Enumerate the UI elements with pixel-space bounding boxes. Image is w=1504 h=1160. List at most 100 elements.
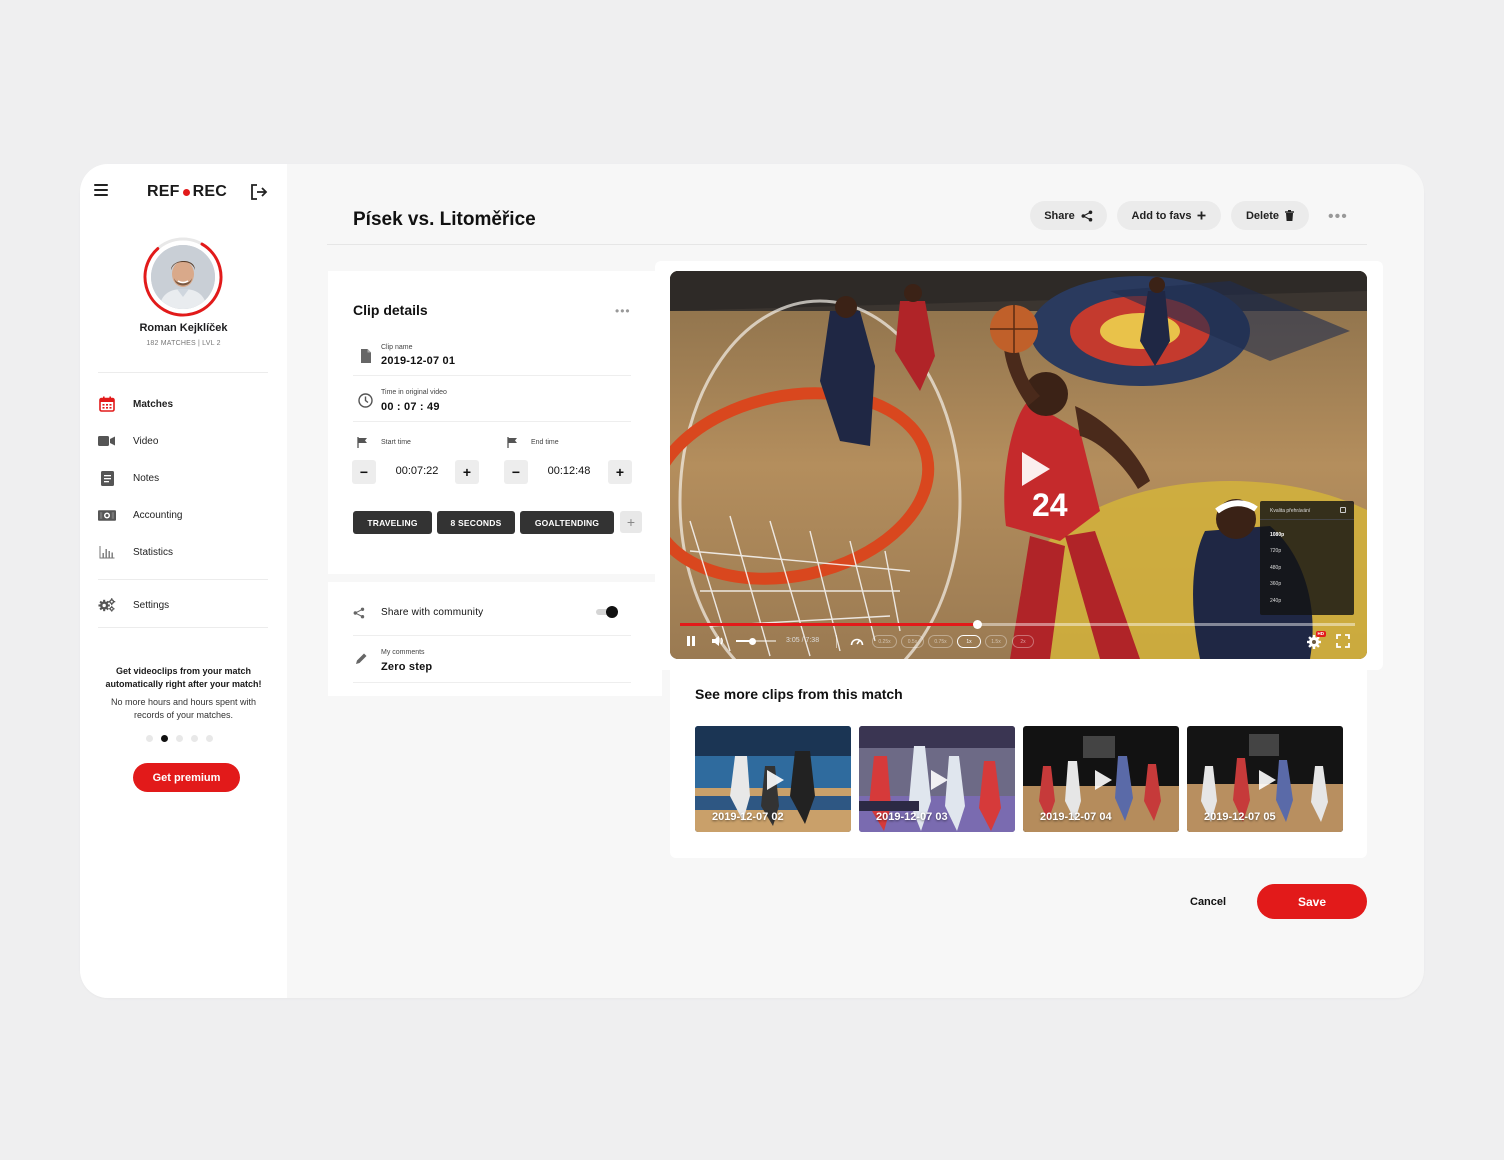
time-label: Time in original video	[381, 389, 447, 396]
clip-details-more-icon[interactable]: •••	[615, 305, 631, 317]
carousel-dot-active[interactable]	[161, 735, 168, 742]
play-icon[interactable]	[1022, 452, 1050, 486]
share-with-community-toggle[interactable]	[594, 606, 618, 618]
progress-bar[interactable]	[680, 620, 1355, 629]
file-icon	[361, 349, 371, 363]
logout-icon[interactable]	[249, 183, 269, 201]
progress-knob[interactable]	[973, 620, 982, 629]
nav-item-accounting[interactable]: Accounting	[98, 502, 268, 528]
pause-icon[interactable]	[686, 635, 696, 647]
quality-option[interactable]: 720p	[1270, 548, 1281, 554]
divider	[353, 421, 631, 422]
pencil-icon	[356, 653, 367, 664]
speedometer-icon[interactable]	[850, 635, 864, 647]
divider	[1260, 519, 1354, 520]
app-window: REF REC Roman Kejklíček 182 MATCHES | LV…	[80, 164, 1424, 998]
nav-label: Matches	[133, 398, 174, 410]
video-player[interactable]: 24 Kvalita přehrávání 1080p 720p 480p 36…	[670, 271, 1367, 659]
end-time-decrement-button[interactable]: −	[504, 460, 528, 484]
clock-icon	[358, 393, 373, 408]
speed-option[interactable]: 0.75x	[928, 635, 953, 648]
money-icon	[98, 507, 116, 523]
comments-value[interactable]: Zero step	[381, 661, 432, 673]
start-time-value[interactable]: 00:07:22	[382, 465, 452, 477]
clip-thumbnail[interactable]: 2019-12-07 04	[1023, 726, 1179, 832]
main-content: Písek vs. Litoměřice Share Add to favs D…	[287, 164, 1424, 998]
carousel-dot[interactable]	[191, 735, 198, 742]
divider	[353, 375, 631, 376]
nav-label: Settings	[133, 599, 170, 611]
nav-item-matches[interactable]: Matches	[98, 391, 268, 417]
speed-option[interactable]: 2x	[1012, 635, 1034, 648]
logo-dot-icon	[182, 188, 190, 196]
nav-label: Statistics	[133, 546, 174, 558]
speed-option[interactable]: 0.25x	[872, 635, 897, 648]
carousel-dot[interactable]	[206, 735, 213, 742]
quality-close-icon[interactable]	[1340, 507, 1346, 513]
menu-icon[interactable]	[94, 184, 108, 198]
avatar-photo	[151, 245, 215, 309]
divider	[353, 682, 631, 683]
header-divider	[327, 244, 1367, 245]
nav-label: Accounting	[133, 509, 183, 521]
start-time-decrement-button[interactable]: −	[352, 460, 376, 484]
delete-button[interactable]: Delete	[1231, 201, 1309, 230]
cancel-button[interactable]: Cancel	[1190, 896, 1226, 908]
clip-thumbnail-label: 2019-12-07 03	[876, 811, 948, 823]
carousel-dots[interactable]	[146, 735, 213, 742]
speed-option[interactable]: 0.5x	[901, 635, 924, 648]
tag-chip[interactable]: TRAVELING	[353, 511, 432, 534]
volume-icon[interactable]	[712, 635, 726, 647]
end-time-value[interactable]: 00:12:48	[534, 465, 604, 477]
save-button[interactable]: Save	[1257, 884, 1367, 919]
end-time-increment-button[interactable]: +	[608, 460, 632, 484]
start-time-label: Start time	[381, 439, 411, 446]
clip-name-value[interactable]: 2019-12-07 01	[381, 355, 455, 367]
notes-icon	[98, 470, 116, 486]
nav-item-video[interactable]: Video	[98, 428, 268, 454]
share-icon	[1081, 210, 1093, 221]
tag-chip[interactable]: 8 SECONDS	[437, 511, 515, 534]
speed-option-selected[interactable]: 1x	[957, 635, 981, 648]
quality-option[interactable]: 360p	[1270, 581, 1281, 587]
clip-thumbnail[interactable]: 2019-12-07 05	[1187, 726, 1343, 832]
volume-knob[interactable]	[749, 637, 756, 645]
play-icon	[767, 770, 784, 790]
progress-fill	[680, 623, 977, 626]
quality-option[interactable]: 480p	[1270, 565, 1281, 571]
delete-label: Delete	[1245, 209, 1280, 222]
quality-option[interactable]: 240p	[1270, 598, 1281, 604]
fullscreen-icon[interactable]	[1336, 634, 1350, 648]
add-tag-button[interactable]: +	[620, 511, 642, 533]
avatar[interactable]	[142, 236, 224, 318]
nav-item-statistics[interactable]: Statistics	[98, 539, 268, 565]
tag-chip[interactable]: GOALTENDING	[520, 511, 614, 534]
add-to-favs-label: Add to favs	[1131, 209, 1192, 222]
get-premium-button[interactable]: Get premium	[133, 763, 240, 792]
volume-slider[interactable]	[736, 637, 776, 645]
carousel-dot[interactable]	[176, 735, 183, 742]
nav-label: Video	[133, 435, 159, 447]
clip-thumbnail[interactable]: 2019-12-07 03	[859, 726, 1015, 832]
logo-ref: REF	[147, 183, 180, 200]
more-options-icon[interactable]: •••	[1328, 209, 1348, 225]
promo-title: Get videoclips from your match automatic…	[105, 666, 262, 689]
quality-option[interactable]: 1080p	[1270, 532, 1284, 538]
nav-item-notes[interactable]: Notes	[98, 465, 268, 491]
svg-text:24: 24	[1032, 487, 1068, 523]
share-icon	[353, 607, 365, 619]
divider	[98, 372, 268, 373]
sidebar: REF REC Roman Kejklíček 182 MATCHES | LV…	[80, 164, 287, 998]
toggle-knob	[606, 606, 618, 618]
start-time-increment-button[interactable]: +	[455, 460, 479, 484]
user-meta: 182 MATCHES | LVL 2	[146, 340, 221, 347]
clip-thumbnail[interactable]: 2019-12-07 02	[695, 726, 851, 832]
flag-icon	[507, 437, 517, 448]
share-button[interactable]: Share	[1030, 201, 1107, 230]
nav-item-settings[interactable]: Settings	[98, 592, 268, 618]
quality-menu: Kvalita přehrávání 1080p 720p 480p 360p …	[1260, 501, 1354, 615]
speed-option[interactable]: 1.5x	[985, 635, 1007, 648]
carousel-dot[interactable]	[146, 735, 153, 742]
logo-rec: REC	[192, 183, 227, 200]
add-to-favs-button[interactable]: Add to favs	[1117, 201, 1221, 230]
